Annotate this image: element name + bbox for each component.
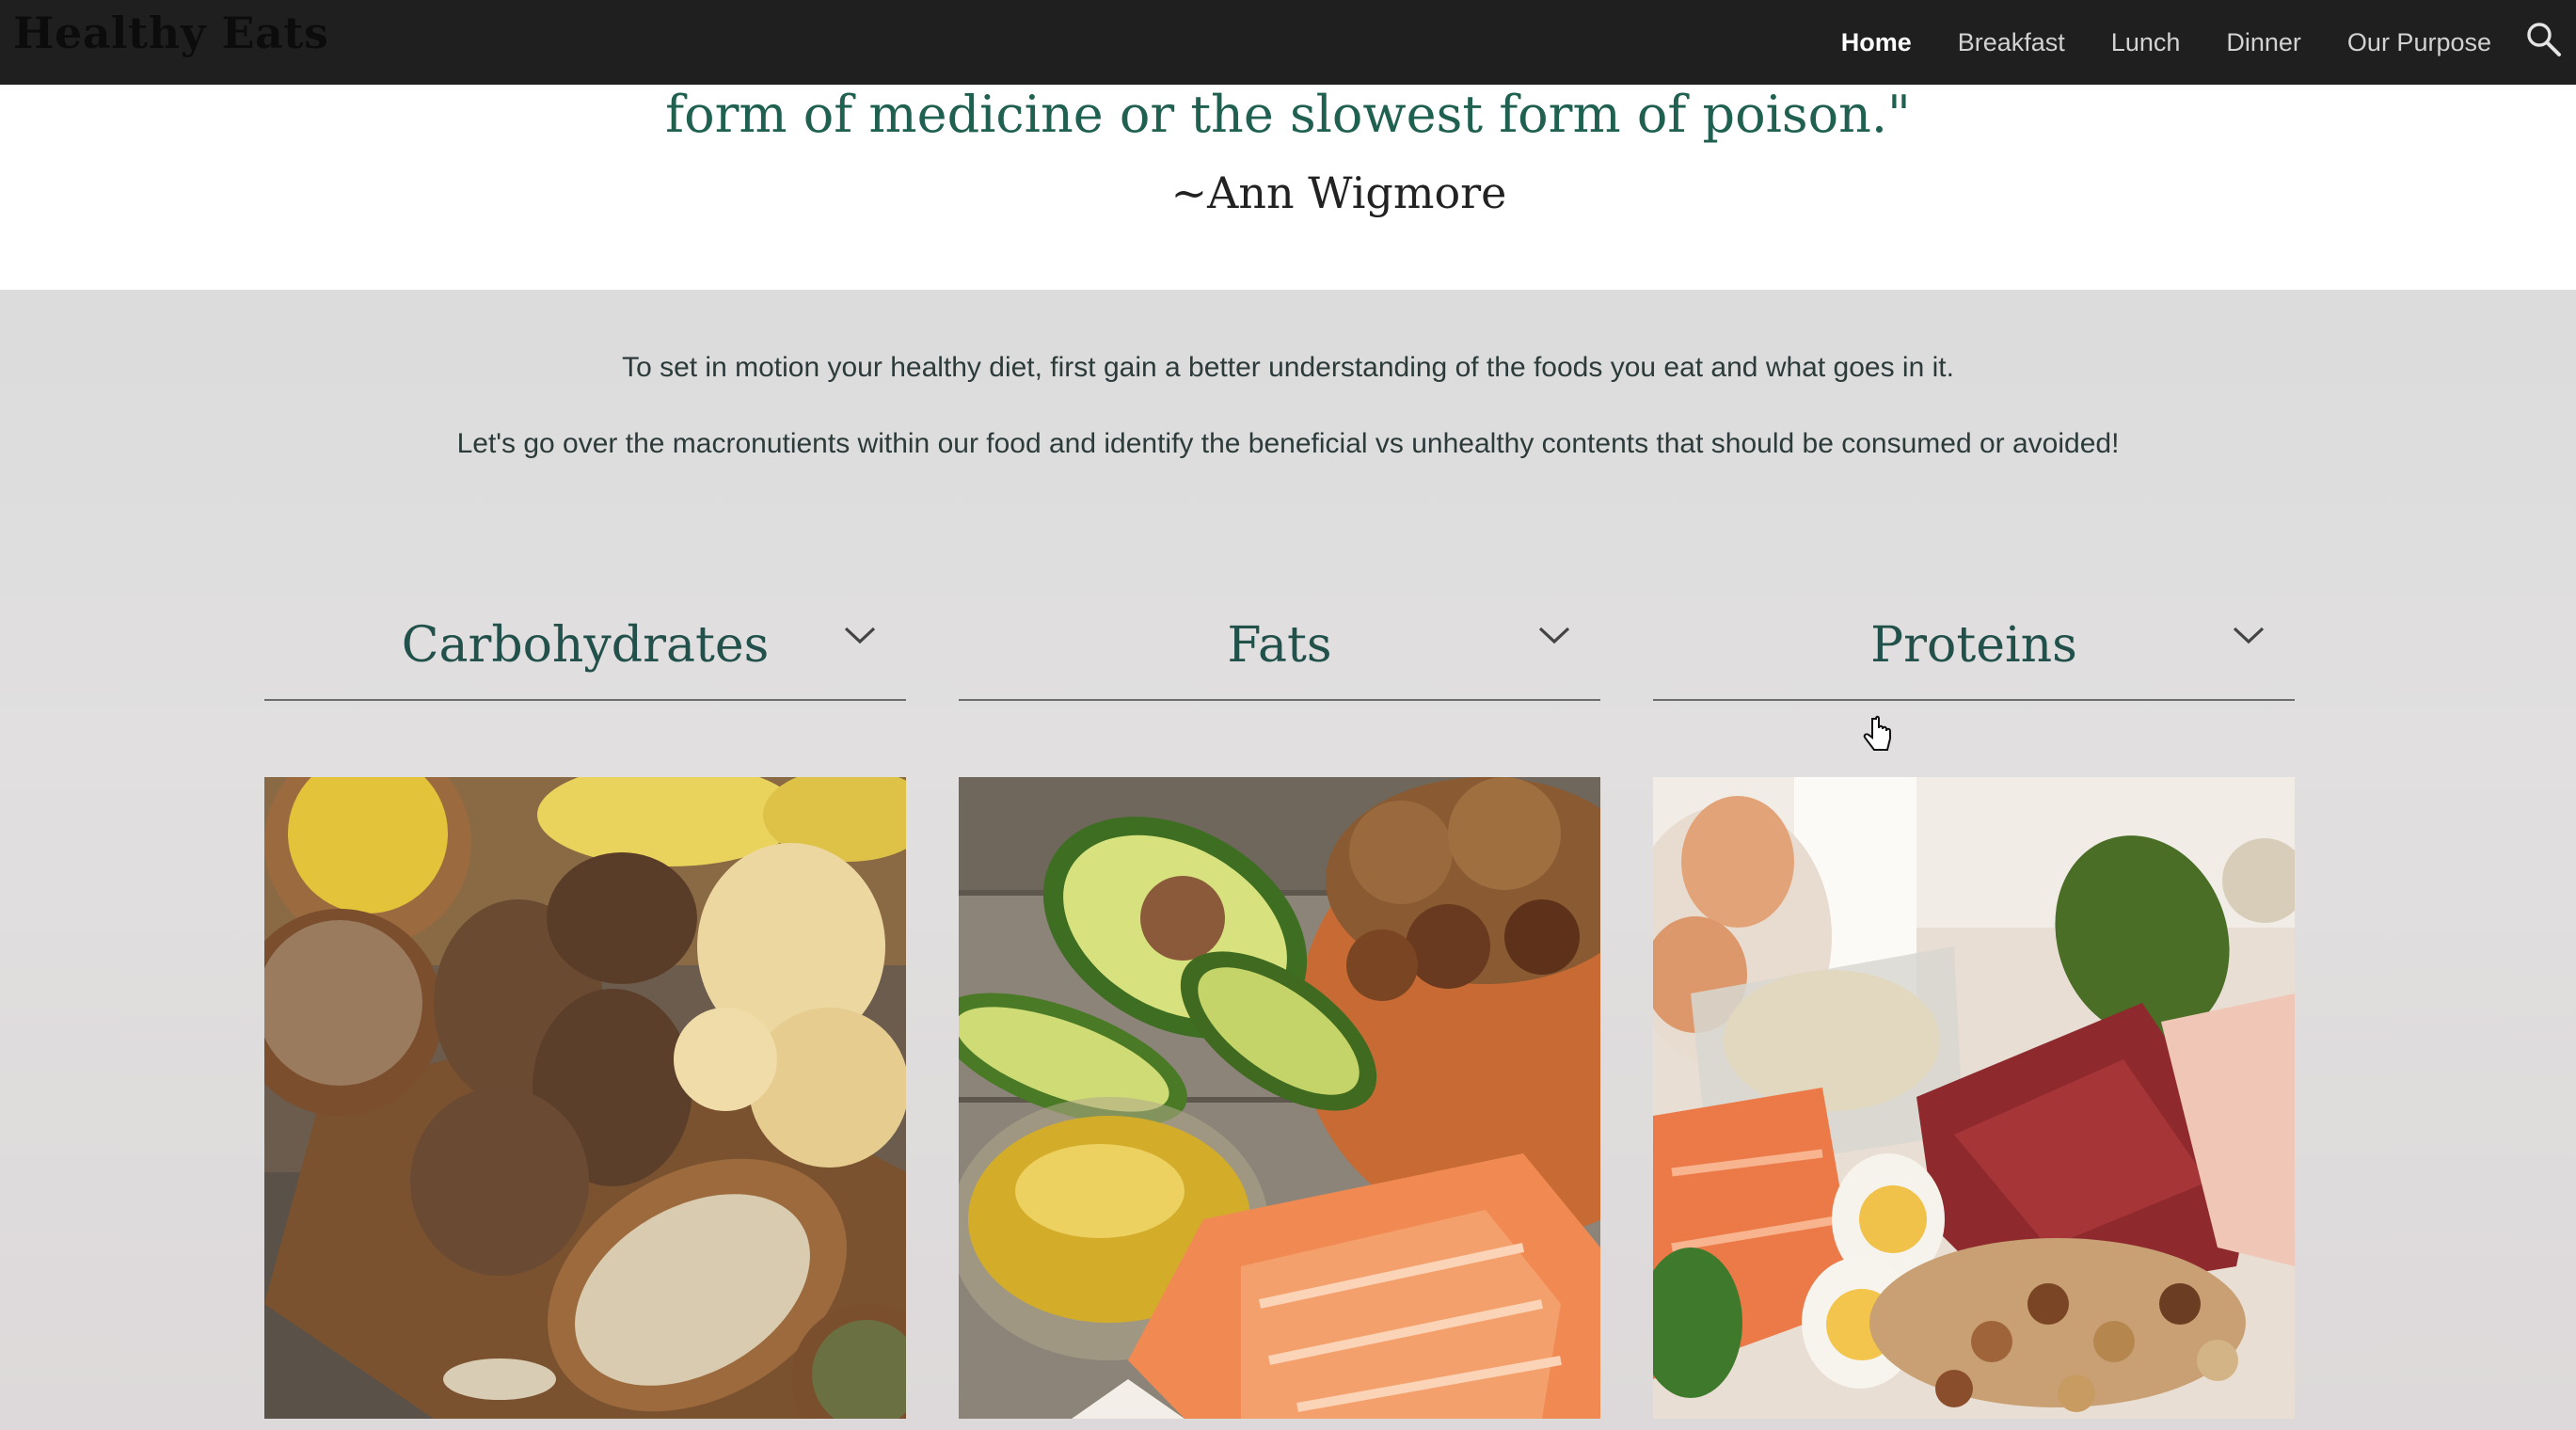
main-nav: Home Breakfast Lunch Dinner Our Purpose: [1795, 0, 2491, 85]
chevron-down-icon[interactable]: [842, 621, 878, 649]
section-title: Proteins: [1870, 617, 2077, 674]
macronutrients-section: To set in motion your healthy diet, firs…: [0, 290, 2576, 1430]
quote-author: ~Ann Wigmore: [1170, 167, 1507, 218]
accordion-fats[interactable]: Fats: [959, 593, 1600, 701]
nav-item-our-purpose[interactable]: Our Purpose: [2347, 28, 2491, 57]
chevron-down-icon[interactable]: [1536, 621, 1572, 649]
site-logo[interactable]: Healthy Eats: [13, 8, 328, 58]
nav-item-home[interactable]: Home: [1841, 28, 1912, 57]
top-nav-bar: Healthy Eats Home Breakfast Lunch Dinner…: [0, 0, 2576, 85]
accordion-carbohydrates[interactable]: Carbohydrates: [264, 593, 906, 701]
nav-item-breakfast[interactable]: Breakfast: [1958, 28, 2065, 57]
quote-section: form of medicine or the slowest form of …: [0, 85, 2576, 290]
intro-text-1: To set in motion your healthy diet, firs…: [622, 352, 1954, 383]
intro-text-2: Let's go over the macronutients within o…: [456, 428, 2120, 459]
search-icon[interactable]: [2521, 17, 2567, 62]
nav-item-dinner[interactable]: Dinner: [2226, 28, 2301, 57]
carbohydrates-image: [264, 777, 906, 1419]
section-title: Carbohydrates: [401, 617, 770, 674]
nav-item-lunch[interactable]: Lunch: [2111, 28, 2181, 57]
page: Healthy Eats Home Breakfast Lunch Dinner…: [0, 0, 2576, 1430]
fats-image: [959, 777, 1600, 1419]
pointer-cursor-icon: [1863, 715, 1891, 751]
accordion-proteins[interactable]: Proteins: [1653, 593, 2295, 701]
proteins-image: [1653, 777, 2295, 1419]
quote-text: form of medicine or the slowest form of …: [665, 85, 1911, 144]
section-title: Fats: [1227, 617, 1332, 674]
chevron-down-icon[interactable]: [2231, 621, 2266, 649]
